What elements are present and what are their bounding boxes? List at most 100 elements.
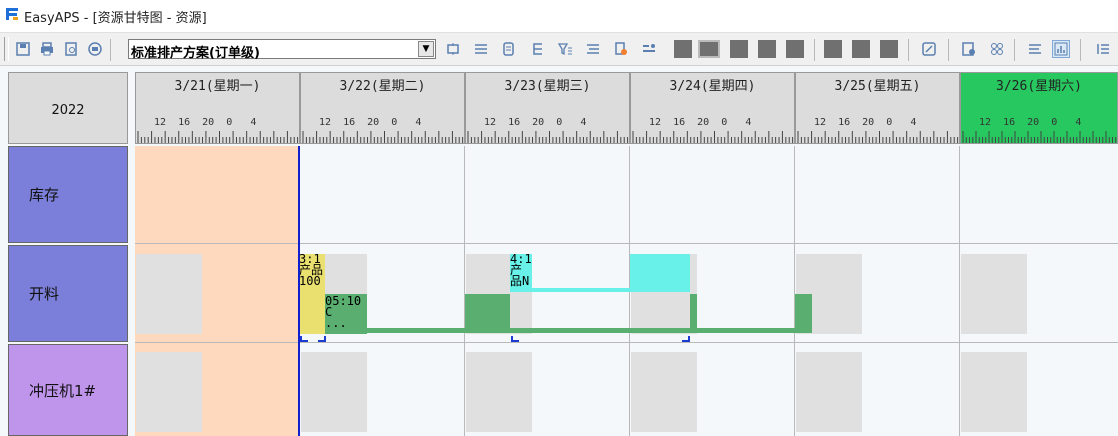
refresh-icon[interactable] [444, 40, 462, 58]
toolbar-separator [948, 39, 949, 61]
task-text: ... [325, 316, 347, 330]
dropdown-arrow-icon[interactable]: ▼ [418, 41, 434, 57]
day-label: 3/24(星期四) [669, 79, 756, 94]
day-header[interactable]: 3/24(星期四) 12 16 20 0 4 [630, 72, 795, 144]
window-title: EasyAPS - [资源甘特图 - 资源] [24, 11, 207, 26]
resource-label[interactable]: 库存 [8, 146, 128, 243]
color-block-button[interactable] [880, 40, 898, 58]
day-label: 3/25(星期五) [834, 79, 921, 94]
color-block-button[interactable] [758, 40, 776, 58]
toolbar-separator [814, 39, 815, 61]
color-block-button[interactable] [824, 40, 842, 58]
export-icon[interactable] [612, 40, 630, 58]
task-link-bar [300, 328, 812, 333]
toolbar-separator [1080, 39, 1081, 61]
copy-icon[interactable] [500, 40, 518, 58]
task-bar[interactable]: 4:10 产品N ... [510, 254, 532, 290]
task-bar[interactable] [630, 254, 690, 292]
scheme-select[interactable]: 标准排产方案(订单级) ▼ [128, 39, 436, 61]
task-bar[interactable] [690, 294, 697, 332]
hour-ticks [797, 131, 959, 143]
more-icon[interactable] [1094, 40, 1112, 58]
resource-label[interactable]: 开料 [8, 245, 128, 342]
align-icon[interactable] [584, 40, 602, 58]
hour-labels: 12 16 20 0 4 [979, 117, 1082, 128]
task-text: ... [510, 286, 532, 290]
indent-icon[interactable] [528, 40, 546, 58]
edit-icon[interactable] [920, 40, 938, 58]
day-label: 3/26(星期六) [996, 79, 1082, 94]
day-header[interactable]: 3/25(星期五) 12 16 20 0 4 [795, 72, 960, 144]
toolbar-grip[interactable] [4, 37, 9, 61]
list-icon[interactable] [472, 40, 490, 58]
resource-label[interactable]: 冲压机1# [8, 344, 128, 436]
text-align-icon[interactable] [1026, 40, 1044, 58]
hour-ticks [467, 131, 629, 143]
hour-ticks [302, 131, 464, 143]
capacity-block [961, 352, 1027, 432]
capacity-block [466, 352, 532, 432]
day-header-weekend[interactable]: 3/26(星期六) 12 16 20 0 4 [960, 72, 1118, 144]
resource-name: 库存 [29, 186, 60, 204]
grid-icon[interactable] [988, 40, 1006, 58]
capacity-block [301, 352, 367, 432]
printer-icon[interactable] [86, 40, 104, 58]
resource-name: 冲压机1# [29, 381, 97, 400]
color-block-button[interactable] [674, 40, 692, 58]
day-gridline [464, 146, 465, 436]
export-excel-icon[interactable] [960, 40, 978, 58]
capacity-block [631, 352, 697, 432]
task-marker [682, 336, 690, 342]
task-text: 产品N [510, 263, 530, 288]
save-icon[interactable] [14, 40, 32, 58]
day-label: 3/22(星期二) [339, 79, 426, 94]
day-header[interactable]: 3/23(星期三) 12 16 20 0 4 [465, 72, 630, 144]
capacity-block [961, 254, 1027, 334]
hour-labels: 12 16 20 0 4 [319, 117, 422, 128]
row-gridline [135, 243, 1118, 244]
current-time-line [298, 146, 300, 436]
hour-labels: 12 16 20 0 4 [484, 117, 587, 128]
print-icon[interactable] [38, 40, 56, 58]
hour-labels: 12 16 20 0 4 [649, 117, 752, 128]
gantt-chart: 2022 3/21(星期一) 12 16 20 0 4 3/22(星期二) 12… [0, 66, 1118, 436]
task-bar[interactable]: 3:1 产品 100 [299, 254, 325, 334]
easyaps-logo-icon [4, 6, 20, 22]
toolbar-separator [1014, 39, 1015, 61]
filter-icon[interactable] [556, 40, 574, 58]
hour-ticks [632, 131, 794, 143]
color-block-button[interactable] [786, 40, 804, 58]
day-label: 3/21(星期一) [174, 79, 261, 94]
toolbar: 标准排产方案(订单级) ▼ [0, 32, 1118, 66]
resource-name: 开料 [29, 285, 60, 303]
task-marker [300, 336, 308, 342]
year-label: 2022 [51, 103, 85, 118]
toolbar-separator [908, 39, 909, 61]
hour-labels: 12 16 20 0 4 [154, 117, 257, 128]
hour-labels: 12 16 20 0 4 [814, 117, 917, 128]
row-gridline [135, 342, 1118, 343]
task-bar[interactable]: 05:10 C ... [325, 294, 367, 334]
task-bar[interactable] [465, 294, 510, 332]
hour-ticks [137, 131, 299, 143]
day-header[interactable]: 3/21(星期一) 12 16 20 0 4 [135, 72, 300, 144]
day-gridline [959, 146, 960, 436]
scheme-select-value: 标准排产方案(订单级) [131, 46, 260, 61]
legend-icon[interactable] [640, 40, 658, 58]
title-bar: EasyAPS - [资源甘特图 - 资源] [0, 0, 1118, 30]
day-label: 3/23(星期三) [504, 79, 591, 94]
day-gridline [794, 146, 795, 436]
task-text: 100 [299, 274, 321, 288]
color-block-button[interactable] [852, 40, 870, 58]
task-bar[interactable] [795, 294, 812, 332]
task-marker [318, 336, 326, 342]
chart-icon[interactable] [1052, 40, 1070, 58]
preview-icon[interactable] [62, 40, 80, 58]
color-block-button-selected[interactable] [698, 40, 720, 58]
hour-ticks [962, 131, 1117, 143]
year-header: 2022 [8, 72, 128, 144]
toolbar-separator [110, 39, 111, 61]
day-header[interactable]: 3/22(星期二) 12 16 20 0 4 [300, 72, 465, 144]
color-block-button[interactable] [730, 40, 748, 58]
task-marker [511, 336, 519, 342]
